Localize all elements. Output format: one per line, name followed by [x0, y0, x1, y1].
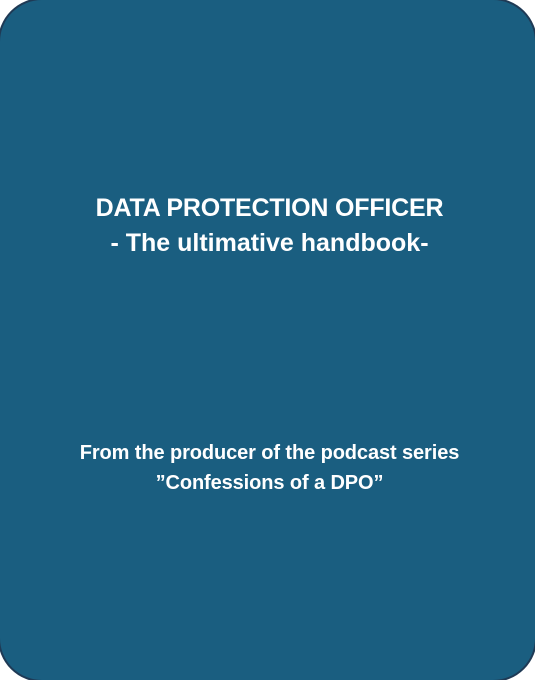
byline-block: From the producer of the podcast series …	[0, 438, 535, 498]
book-title: DATA PROTECTION OFFICER	[95, 194, 444, 222]
book-subtitle: - The ultimative handbook-	[110, 229, 429, 257]
byline-line-1: From the producer of the podcast series	[79, 442, 460, 464]
title-block: DATA PROTECTION OFFICER - The ultimative…	[0, 192, 535, 260]
page: DATA PROTECTION OFFICER - The ultimative…	[0, 0, 535, 680]
byline-line-2: ”Confessions of a DPO”	[155, 472, 384, 494]
book-cover: DATA PROTECTION OFFICER - The ultimative…	[0, 0, 535, 680]
